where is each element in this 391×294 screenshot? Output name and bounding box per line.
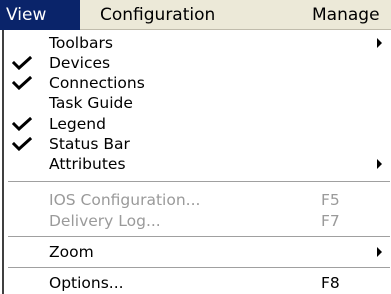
menu-item-legend[interactable]: Legend <box>4 114 391 134</box>
menu-configuration[interactable]: Configuration <box>100 0 215 30</box>
menu-item-label: Options... <box>49 274 124 292</box>
menu-separator <box>8 267 390 269</box>
menu-item-label: Toolbars <box>49 34 113 52</box>
menu-item-label: Delivery Log... <box>49 212 161 230</box>
menu-item-zoom[interactable]: Zoom <box>4 242 391 262</box>
submenu-arrow-icon <box>377 159 382 169</box>
view-dropdown-menu: Toolbars Devices Connections Task Guide … <box>2 30 391 294</box>
checkmark-icon <box>12 117 32 131</box>
menu-item-devices[interactable]: Devices <box>4 53 391 73</box>
menu-item-connections[interactable]: Connections <box>4 73 391 93</box>
menu-separator <box>8 236 390 238</box>
checkmark-icon <box>12 137 32 151</box>
menu-item-ios-configuration[interactable]: IOS Configuration... F5 <box>4 190 391 210</box>
menu-item-label: Connections <box>49 74 145 92</box>
menu-item-task-guide[interactable]: Task Guide <box>4 93 391 113</box>
menu-item-label: Devices <box>49 54 111 72</box>
menu-bar: View Configuration Manage <box>0 0 391 30</box>
menu-view[interactable]: View <box>0 0 80 30</box>
menu-item-toolbars[interactable]: Toolbars <box>4 33 391 53</box>
menu-item-shortcut: F7 <box>321 212 340 230</box>
submenu-arrow-icon <box>377 38 382 48</box>
menu-item-attributes[interactable]: Attributes <box>4 154 391 174</box>
menu-item-label: Task Guide <box>49 94 133 112</box>
menu-item-shortcut: F5 <box>321 191 340 209</box>
menu-item-label: Attributes <box>49 155 126 173</box>
checkmark-icon <box>12 76 32 90</box>
menu-item-label: IOS Configuration... <box>49 191 201 209</box>
menu-item-label: Zoom <box>49 243 94 261</box>
menu-item-status-bar[interactable]: Status Bar <box>4 134 391 154</box>
menu-separator <box>8 181 390 183</box>
menu-item-label: Status Bar <box>49 135 130 153</box>
submenu-arrow-icon <box>377 247 382 257</box>
menu-manage[interactable]: Manage <box>312 0 380 30</box>
menu-item-label: Legend <box>49 115 106 133</box>
menu-item-options[interactable]: Options... F8 <box>4 273 391 293</box>
menu-item-delivery-log[interactable]: Delivery Log... F7 <box>4 211 391 231</box>
menu-item-shortcut: F8 <box>321 274 340 292</box>
view-menu-screenshot: View Configuration Manage Toolbars Devic… <box>0 0 391 294</box>
checkmark-icon <box>12 56 32 70</box>
